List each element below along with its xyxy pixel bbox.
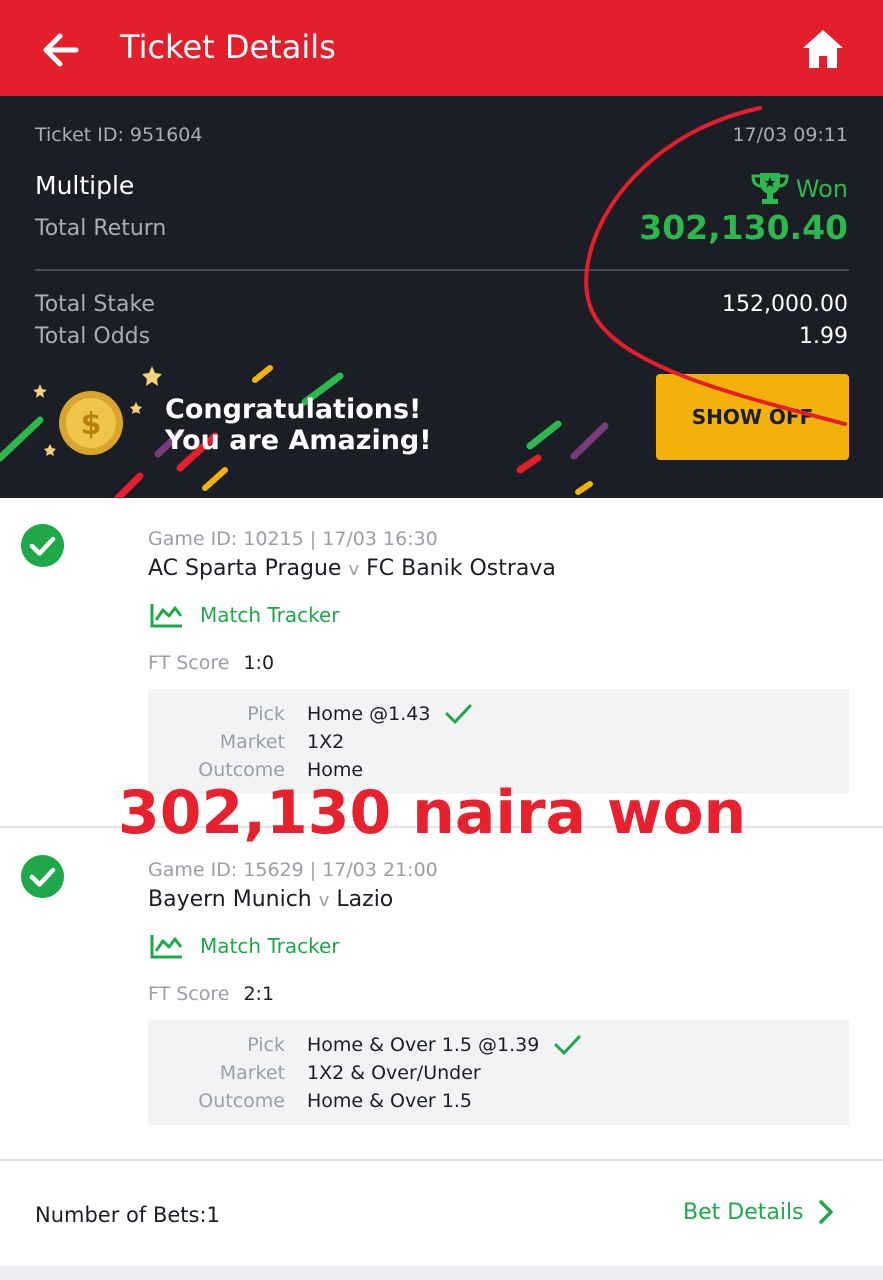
bet-details-label: Bet Details — [683, 1199, 804, 1225]
pick-details: Pick Home & Over 1.5 @1.39 Market 1X2 & … — [148, 1020, 849, 1125]
congrats-message: Congratulations! You are Amazing! — [165, 394, 432, 456]
chart-line-icon — [150, 935, 183, 959]
ft-score-value: 1:0 — [243, 652, 275, 674]
away-team: Lazio — [336, 887, 394, 912]
bet-card: Game ID: 15629 | 17/03 21:00 Bayern Muni… — [0, 829, 883, 1159]
bet-details-link[interactable]: Bet Details — [683, 1199, 834, 1225]
number-of-bets: Number of Bets:1 — [35, 1203, 220, 1227]
congrats-line-1: Congratulations! — [165, 394, 422, 425]
away-team: FC Banik Ostrava — [366, 556, 556, 581]
pick-label: Pick — [247, 1034, 285, 1056]
match-tracker-link[interactable]: Match Tracker — [150, 933, 340, 959]
pick-value: Home @1.43 — [307, 703, 472, 725]
home-team: AC Sparta Prague — [148, 556, 342, 581]
svg-text:$: $ — [81, 407, 102, 442]
annotation-curve — [584, 106, 847, 426]
ft-score-label: FT Score — [148, 983, 230, 1005]
match-teams: AC Sparta Prague v FC Banik Ostrava — [148, 556, 556, 581]
outcome-value: Home & Over 1.5 — [307, 1090, 472, 1112]
market-label: Market — [219, 731, 285, 753]
ft-score: FT Score 1:0 — [148, 652, 274, 674]
app-header: Ticket Details — [0, 0, 883, 96]
page-title: Ticket Details — [120, 28, 336, 66]
match-teams: Bayern Munich v Lazio — [148, 887, 393, 912]
congrats-line-2: You are Amazing! — [165, 425, 432, 456]
home-icon[interactable] — [800, 26, 846, 72]
bottom-strip — [0, 1266, 883, 1280]
vs-label: v — [318, 890, 330, 911]
market-value: 1X2 — [307, 731, 345, 753]
vs-label: v — [348, 559, 360, 580]
home-team: Bayern Munich — [148, 887, 312, 912]
match-tracker-label: Match Tracker — [200, 934, 340, 958]
divider — [0, 1159, 883, 1161]
ft-score: FT Score 2:1 — [148, 983, 274, 1005]
market-label: Market — [219, 1062, 285, 1084]
chevron-right-icon — [818, 1200, 833, 1224]
ticket-id: Ticket ID: 951604 — [35, 124, 203, 146]
pick-text: Home & Over 1.5 @1.39 — [307, 1034, 540, 1056]
check-icon — [445, 704, 472, 725]
pick-value: Home & Over 1.5 @1.39 — [307, 1034, 581, 1056]
bet-type: Multiple — [35, 171, 135, 200]
match-tracker-label: Match Tracker — [200, 603, 340, 627]
ft-score-value: 2:1 — [243, 983, 275, 1005]
market-value: 1X2 & Over/Under — [307, 1062, 481, 1084]
outcome-label: Outcome — [198, 1090, 285, 1112]
game-id: Game ID: 15629 | 17/03 21:00 — [148, 859, 438, 881]
overlay-caption: 302,130 naira won — [118, 778, 747, 848]
check-circle-icon — [21, 855, 64, 898]
ticket-summary: Ticket ID: 951604 17/03 09:11 Multiple W… — [0, 96, 883, 498]
chart-line-icon — [150, 604, 183, 628]
pick-text: Home @1.43 — [307, 703, 431, 725]
total-stake-label: Total Stake — [35, 292, 155, 317]
check-icon — [554, 1035, 581, 1056]
total-return-label: Total Return — [35, 216, 167, 241]
check-circle-icon — [21, 524, 64, 567]
match-tracker-link[interactable]: Match Tracker — [150, 602, 340, 628]
ft-score-label: FT Score — [148, 652, 230, 674]
coin-icon: $ — [59, 391, 123, 455]
pick-label: Pick — [247, 703, 285, 725]
arrow-left-icon[interactable] — [38, 28, 82, 72]
total-odds-label: Total Odds — [35, 324, 151, 349]
game-id: Game ID: 10215 | 17/03 16:30 — [148, 528, 438, 550]
